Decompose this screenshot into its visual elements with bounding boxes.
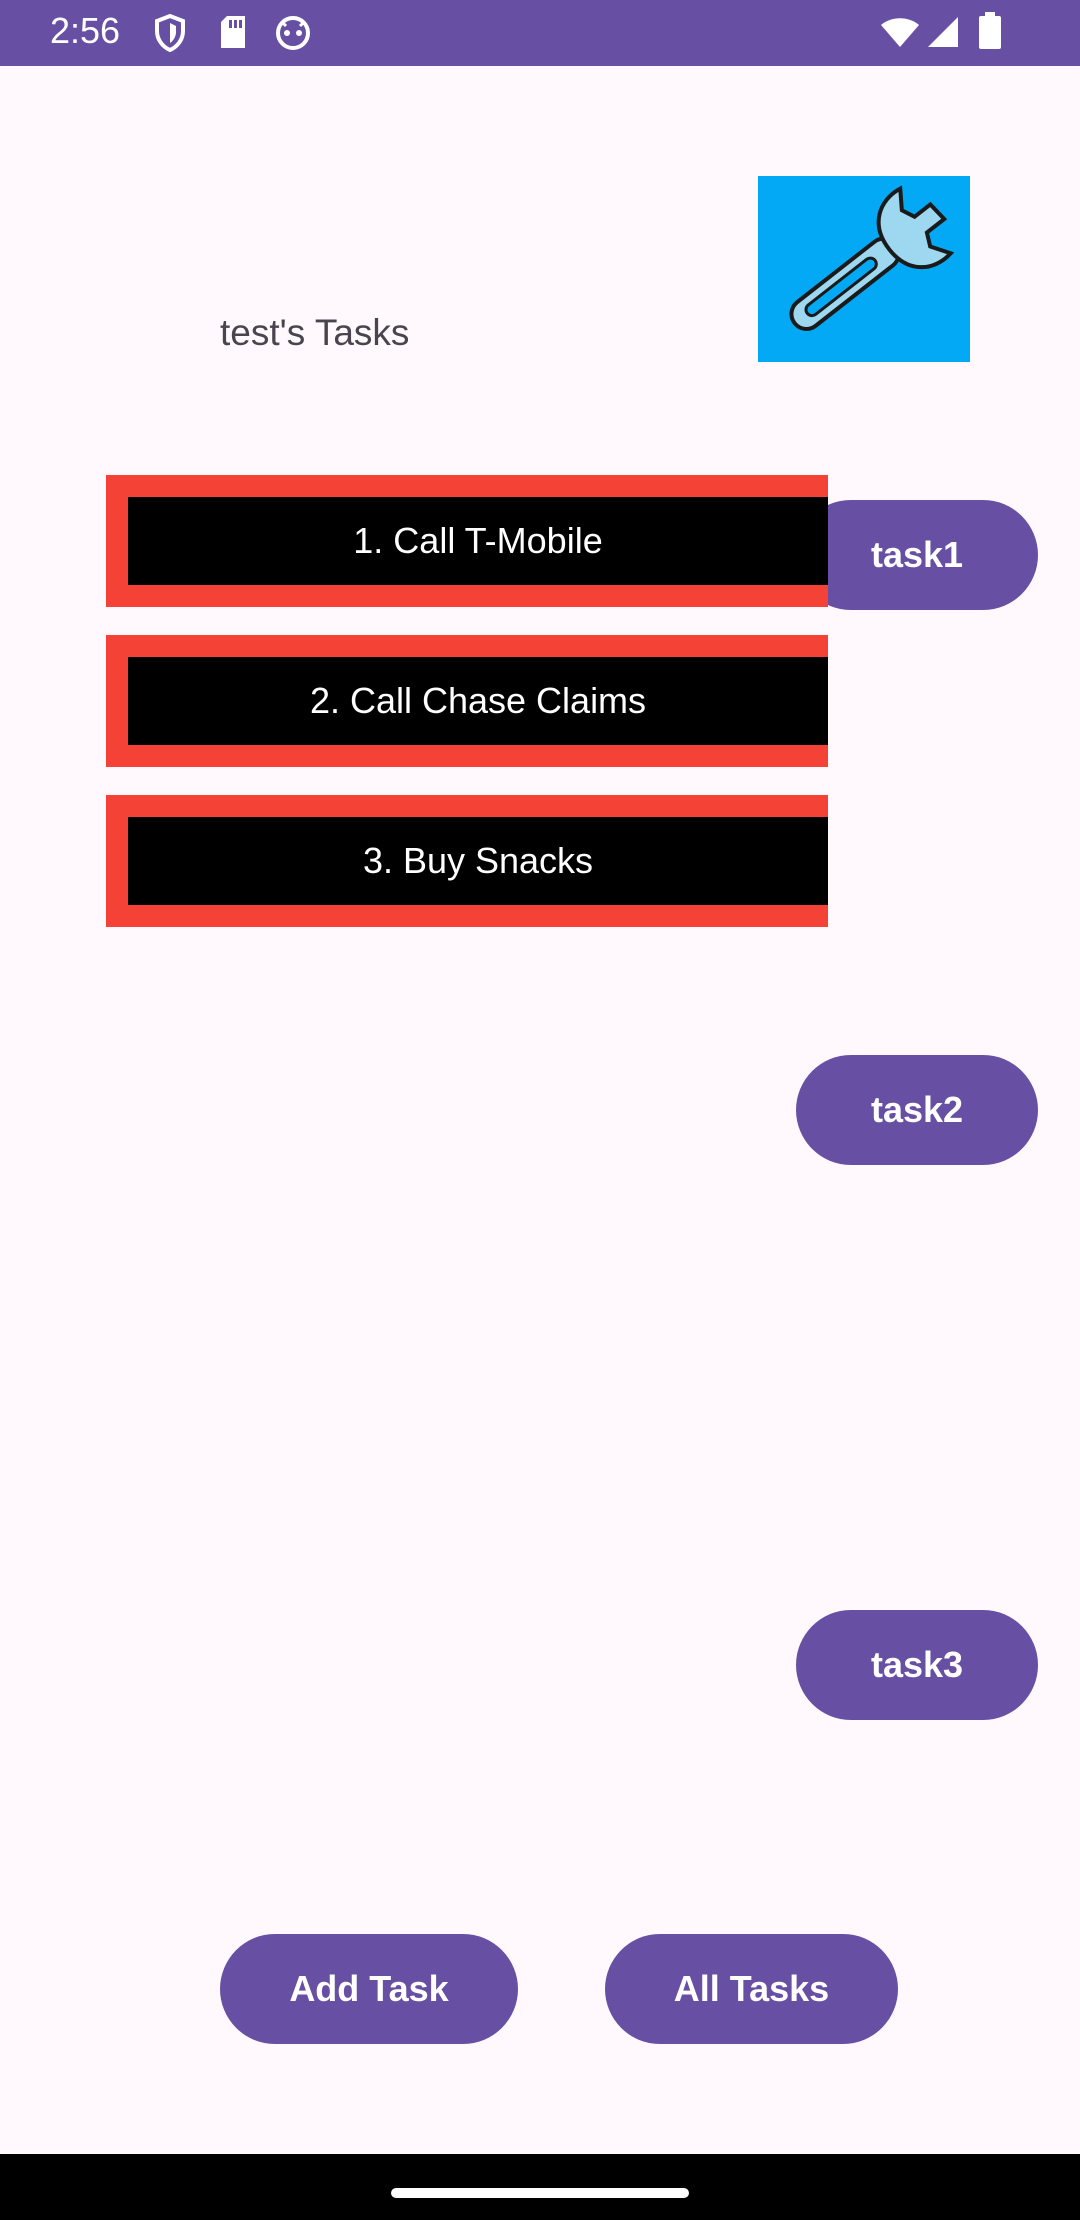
task-item-inner: 3. Buy Snacks (128, 817, 828, 905)
settings-image[interactable] (758, 176, 970, 362)
task-item-2[interactable]: 2. Call Chase Claims (106, 635, 828, 767)
task-label: 1. Call T-Mobile (353, 520, 603, 561)
all-tasks-button[interactable]: All Tasks (605, 1934, 898, 2044)
task-item-3[interactable]: 3. Buy Snacks (106, 795, 828, 927)
task-item-inner: 2. Call Chase Claims (128, 657, 828, 745)
sd-card-icon (218, 14, 248, 55)
task-label: 3. Buy Snacks (362, 840, 594, 881)
status-time: 2:56 (50, 10, 121, 51)
task-item-1[interactable]: 1. Call T-Mobile (106, 475, 828, 607)
android-face-icon (274, 14, 312, 55)
signal-icon (926, 16, 960, 53)
wifi-icon (880, 16, 920, 53)
task-label: 2. Call Chase Claims (309, 680, 647, 721)
task-item-inner: 1. Call T-Mobile (128, 497, 828, 585)
page-title: test's Tasks (220, 312, 410, 353)
status-bar: 2:56 (0, 0, 1080, 66)
task1-button[interactable]: task1 (796, 500, 1038, 610)
navigation-bar (0, 2154, 1080, 2220)
task3-button[interactable]: task3 (796, 1610, 1038, 1720)
wrench-icon (758, 176, 970, 367)
add-task-button[interactable]: Add Task (220, 1934, 518, 2044)
shield-icon (154, 13, 186, 57)
task2-button[interactable]: task2 (796, 1055, 1038, 1165)
home-indicator[interactable] (391, 2188, 689, 2198)
battery-icon (978, 12, 1002, 55)
